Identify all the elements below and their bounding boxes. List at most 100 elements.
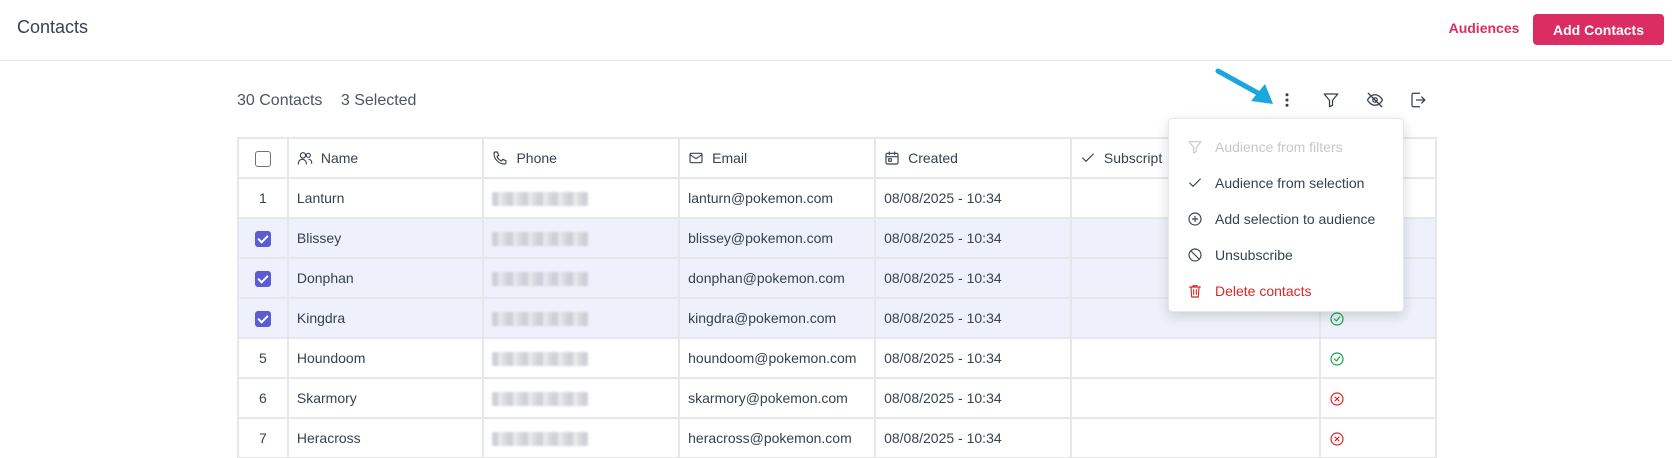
cell-phone (482, 177, 681, 219)
export-icon[interactable] (1407, 89, 1429, 111)
blurred-phone (492, 232, 589, 247)
menu-item-unsubscribe[interactable]: Unsubscribe (1169, 237, 1403, 273)
contacts-summary: 30 Contacts 3 Selected (237, 92, 430, 110)
blurred-phone (492, 312, 589, 327)
cell-email: houndoom@pokemon.com (678, 337, 877, 379)
column-header-email[interactable]: Email (678, 137, 877, 179)
cell-created: 08/08/2025 - 10:34 (874, 217, 1072, 259)
column-label: Created (908, 150, 958, 166)
contacts-count: 30 Contacts (237, 92, 323, 109)
cell-email: heracross@pokemon.com (678, 417, 877, 458)
menu-item-audience-from-selection[interactable]: Audience from selection (1169, 165, 1403, 201)
cell-created: 08/08/2025 - 10:34 (874, 377, 1072, 419)
row-select-cell[interactable] (237, 217, 289, 259)
blurred-phone (492, 272, 589, 287)
cell-name: Donphan (286, 257, 485, 299)
row-select-cell[interactable]: 6 (237, 377, 289, 419)
filter-icon[interactable] (1320, 89, 1342, 111)
ban-icon (1188, 248, 1202, 262)
row-checkbox[interactable] (254, 270, 271, 287)
cell-created: 08/08/2025 - 10:34 (874, 417, 1072, 458)
row-select-cell[interactable]: 7 (237, 417, 289, 458)
row-select-cell[interactable]: 1 (237, 177, 289, 219)
menu-item-label: Delete contacts (1215, 283, 1312, 299)
column-label: Email (712, 150, 748, 166)
row-checkbox[interactable] (254, 310, 271, 327)
column-label: Name (320, 150, 359, 166)
cell-name: Skarmory (286, 377, 485, 419)
table-row[interactable]: 7 Heracross heracross@pokemon.com 08/08/202… (237, 417, 1437, 458)
column-header-phone[interactable]: Phone (482, 137, 681, 179)
menu-item-label: Audience from selection (1215, 175, 1365, 191)
column-label: Subscript (1103, 150, 1163, 166)
cell-created: 08/08/2025 - 10:34 (874, 297, 1072, 339)
plus-circle-icon (1188, 212, 1202, 226)
select-all-cell (237, 137, 289, 179)
annotation-arrow-icon (1215, 68, 1273, 104)
row-checkbox[interactable] (254, 230, 271, 247)
cell-status (1319, 337, 1437, 379)
cell-subscription (1069, 417, 1322, 458)
cell-phone (482, 257, 681, 299)
add-contacts-button[interactable]: Add Contacts (1533, 14, 1664, 45)
cell-email: kingdra@pokemon.com (678, 297, 877, 339)
cell-name: Kingdra (286, 297, 485, 339)
x-circle-icon (1330, 392, 1344, 406)
row-number: 7 (259, 430, 267, 446)
column-header-name[interactable]: Name (286, 137, 485, 179)
menu-item-add-selection-to-audience[interactable]: Add selection to audience (1169, 201, 1403, 237)
cell-subscription (1069, 337, 1322, 379)
check-circle-icon (1330, 312, 1344, 326)
blurred-phone (492, 192, 589, 207)
page-header: Contacts Audiences Add Contacts (0, 0, 1672, 61)
audiences-link[interactable]: Audiences (1424, 20, 1544, 36)
cell-subscription (1069, 377, 1322, 419)
table-row[interactable]: 5 Houndoom houndoom@pokemon.com 08/08/2025 … (237, 337, 1437, 379)
cell-email: donphan@pokemon.com (678, 257, 877, 299)
mail-icon (689, 152, 703, 164)
more-vertical-icon[interactable] (1276, 89, 1298, 111)
column-header-created[interactable]: Created (874, 137, 1072, 179)
cell-name: Blissey (286, 217, 485, 259)
row-number: 6 (259, 390, 267, 406)
x-circle-icon (1330, 432, 1344, 446)
calendar-icon (885, 151, 899, 165)
cell-status (1319, 417, 1437, 458)
cell-email: skarmory@pokemon.com (678, 377, 877, 419)
select-all-checkbox[interactable] (254, 150, 271, 167)
check-icon (1189, 178, 1201, 187)
cell-email: lanturn@pokemon.com (678, 177, 877, 219)
cell-name: Houndoom (286, 337, 485, 379)
eye-off-icon[interactable] (1364, 89, 1386, 111)
selected-count: 3 Selected (340, 92, 417, 109)
check-icon (1081, 153, 1094, 162)
table-row[interactable]: 6 Skarmory skarmory@pokemon.com 08/08/2025 … (237, 377, 1437, 419)
blurred-phone (492, 392, 589, 407)
row-select-cell[interactable] (237, 297, 289, 339)
menu-item-label: Add selection to audience (1215, 211, 1376, 227)
blurred-phone (492, 352, 589, 367)
menu-item-audience-from-filters: Audience from filters (1169, 129, 1403, 165)
actions-menu: Audience from filters Audience from sele… (1168, 118, 1404, 312)
trash-icon (1189, 285, 1201, 298)
row-select-cell[interactable]: 5 (237, 337, 289, 379)
cell-phone (482, 297, 681, 339)
users-icon (297, 152, 313, 165)
cell-created: 08/08/2025 - 10:34 (874, 257, 1072, 299)
cell-phone (482, 337, 681, 379)
blurred-phone (492, 432, 589, 447)
cell-phone (482, 217, 681, 259)
check-circle-icon (1330, 352, 1344, 366)
column-label: Phone (516, 150, 557, 166)
menu-item-label: Audience from filters (1215, 139, 1343, 155)
cell-phone (482, 377, 681, 419)
menu-item-label: Unsubscribe (1215, 247, 1293, 263)
row-number: 1 (259, 190, 267, 206)
row-number: 5 (259, 350, 267, 366)
menu-item-delete-contacts[interactable]: Delete contacts (1169, 273, 1403, 309)
page-title: Contacts (17, 17, 89, 37)
cell-phone (482, 417, 681, 458)
filter-icon (1188, 141, 1202, 154)
row-select-cell[interactable] (237, 257, 289, 299)
cell-email: blissey@pokemon.com (678, 217, 877, 259)
